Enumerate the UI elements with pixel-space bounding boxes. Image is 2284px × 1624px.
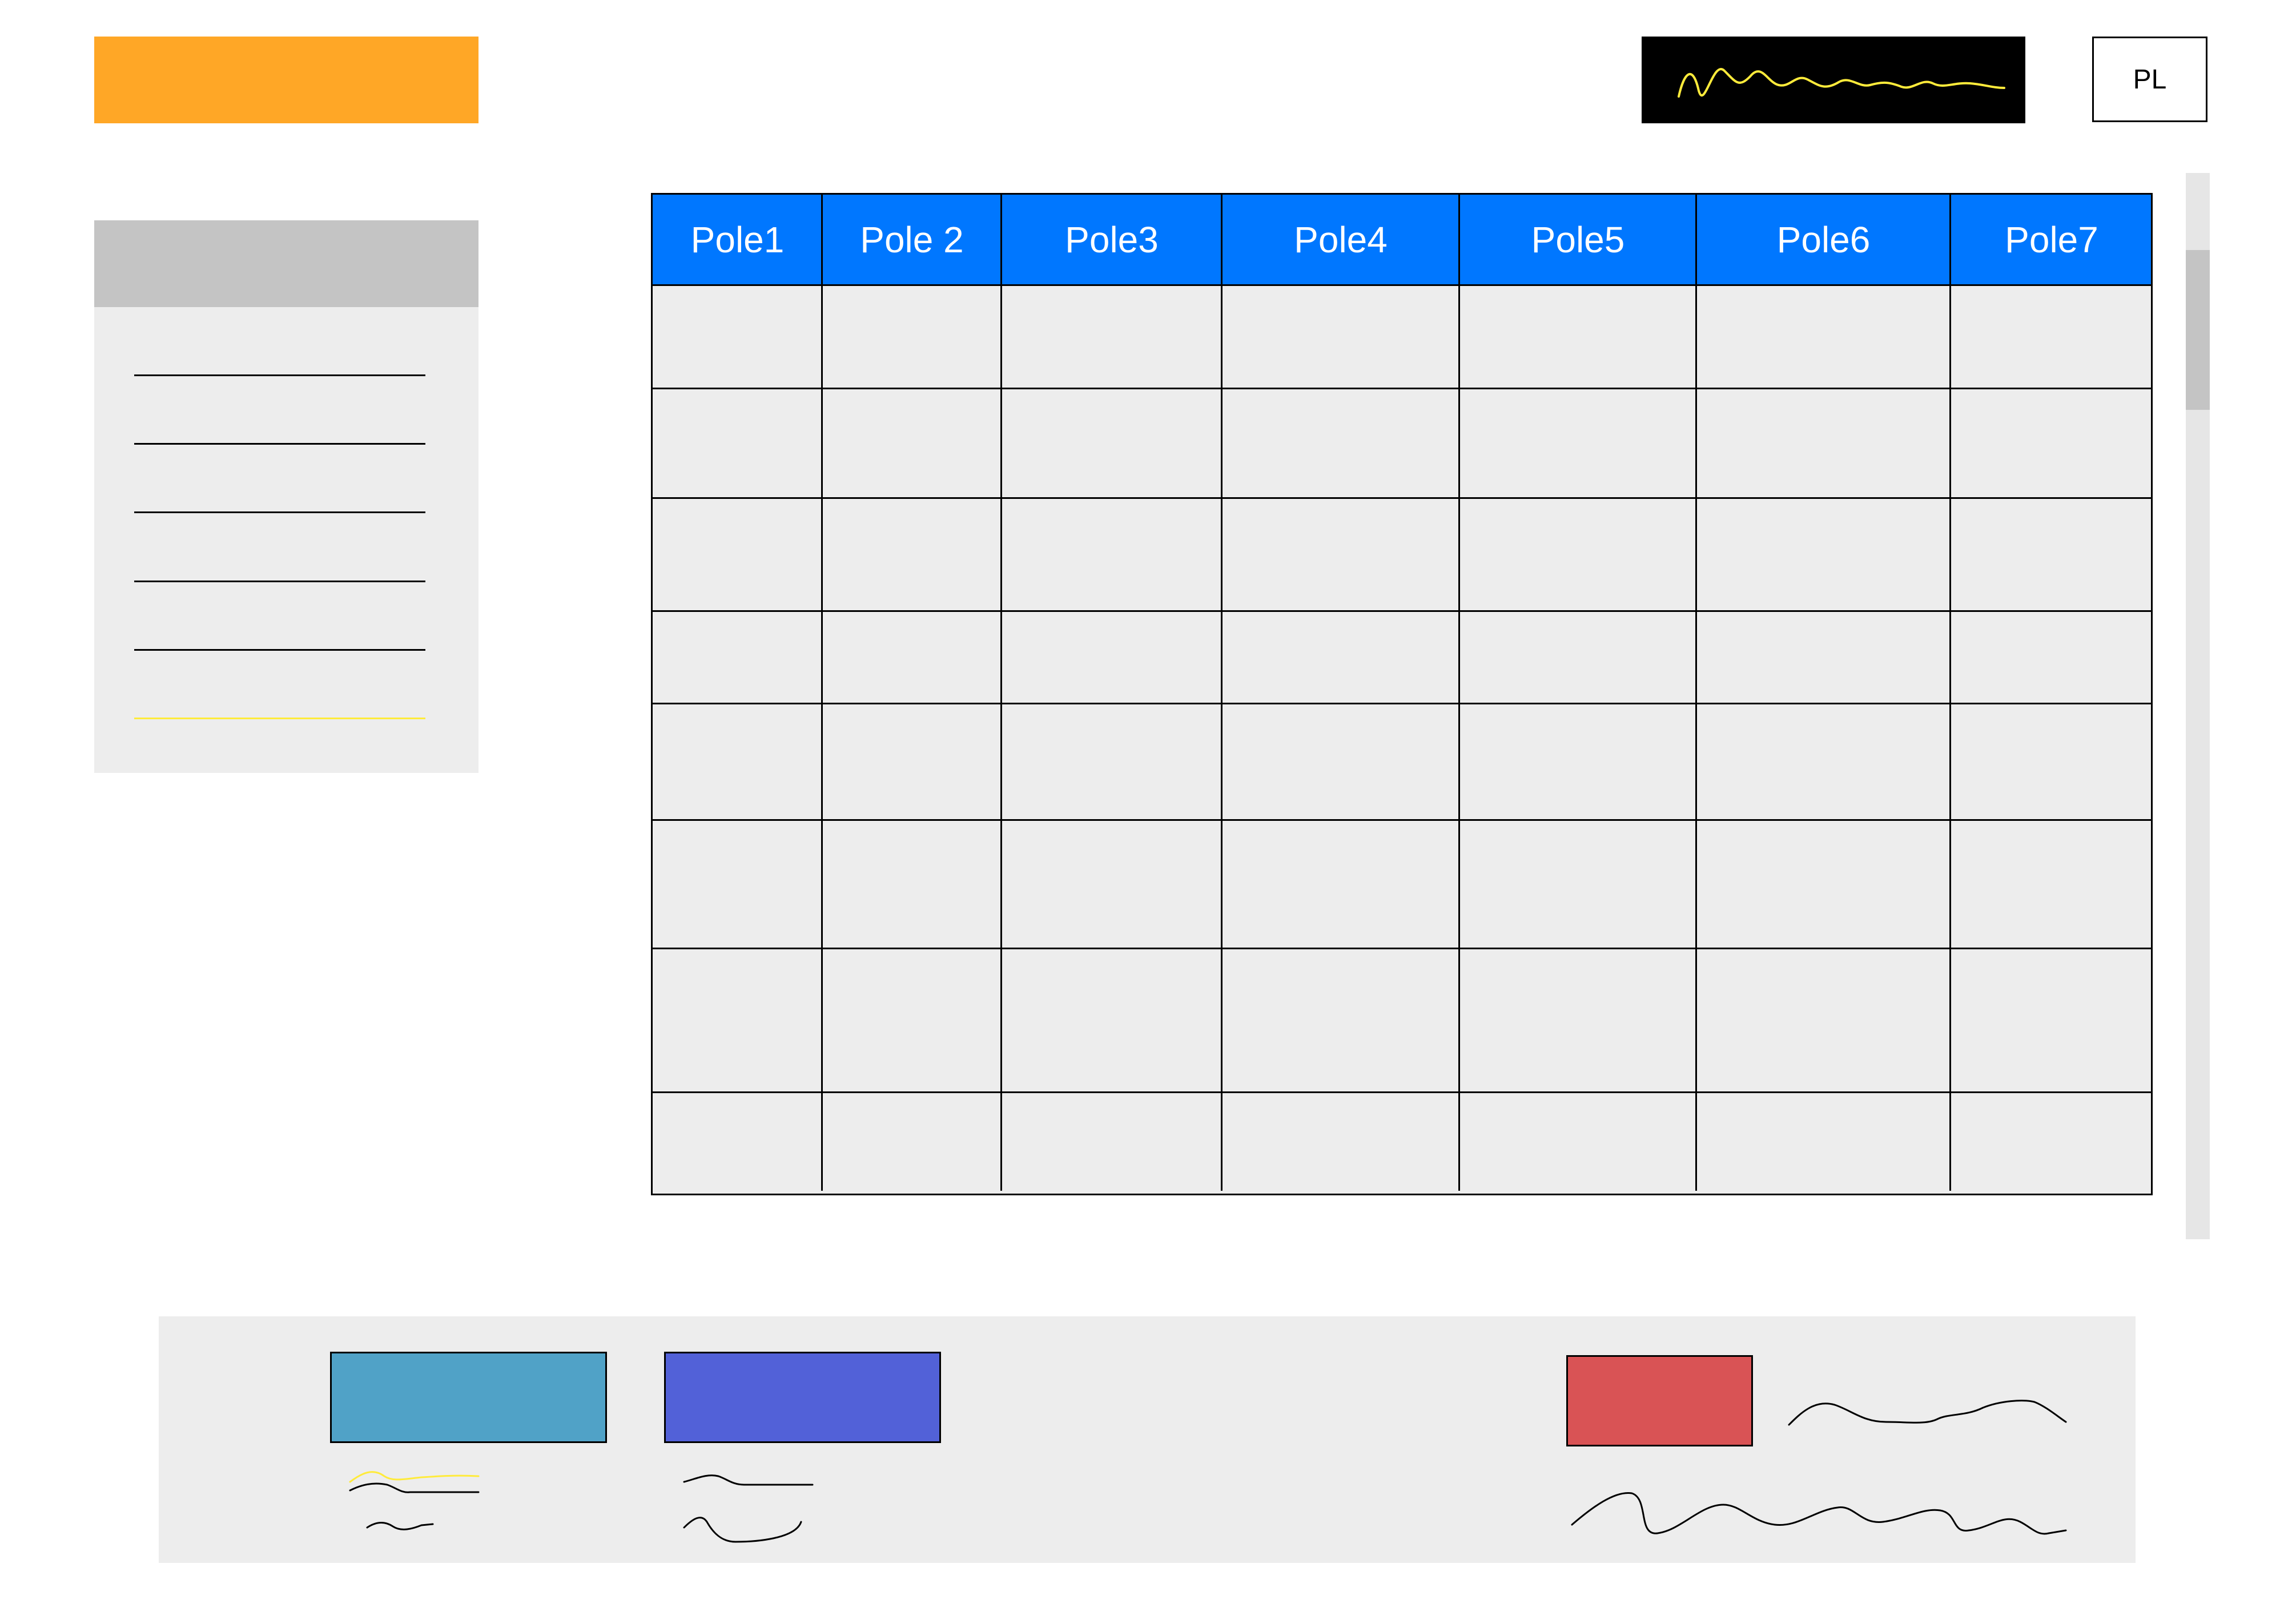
footer-panel bbox=[159, 1316, 2136, 1563]
column-header[interactable]: Pole6 bbox=[1696, 195, 1951, 284]
column-header[interactable]: Pole7 bbox=[1951, 195, 2151, 284]
sidebar-item[interactable] bbox=[134, 511, 425, 513]
table-row[interactable] bbox=[653, 1091, 2151, 1093]
table-row[interactable] bbox=[653, 610, 2151, 612]
column-divider bbox=[1949, 195, 1951, 1191]
column-divider bbox=[821, 195, 823, 1191]
logo-placeholder bbox=[94, 37, 478, 123]
vertical-scrollbar[interactable] bbox=[2186, 173, 2210, 1239]
sidebar bbox=[94, 220, 478, 773]
blue-button-caption-icon bbox=[683, 1474, 814, 1543]
column-divider bbox=[1221, 195, 1223, 1191]
column-divider bbox=[1695, 195, 1697, 1191]
column-divider bbox=[1000, 195, 1002, 1191]
column-divider bbox=[1458, 195, 1460, 1191]
sidebar-item[interactable] bbox=[134, 374, 425, 376]
teal-button-caption-icon bbox=[349, 1471, 480, 1530]
scrollbar-thumb[interactable] bbox=[2186, 250, 2210, 410]
table-row[interactable] bbox=[653, 819, 2151, 821]
column-header[interactable]: Pole1 bbox=[653, 195, 822, 284]
sidebar-item[interactable] bbox=[134, 443, 425, 445]
signature-scribble-icon bbox=[1571, 1492, 2067, 1535]
blue-button[interactable] bbox=[664, 1352, 941, 1443]
column-header[interactable]: Pole5 bbox=[1459, 195, 1696, 284]
column-header[interactable]: Pole 2 bbox=[822, 195, 1002, 284]
table-row[interactable] bbox=[653, 703, 2151, 704]
table-header: Pole1 Pole 2 Pole3 Pole4 Pole5 Pole6 Pol… bbox=[653, 195, 2151, 286]
column-header[interactable]: Pole3 bbox=[1002, 195, 1222, 284]
sidebar-header bbox=[94, 220, 478, 307]
red-button-caption-icon bbox=[1788, 1400, 2067, 1426]
sidebar-item-active[interactable] bbox=[134, 718, 425, 719]
table-row[interactable] bbox=[653, 948, 2151, 949]
sidebar-item[interactable] bbox=[134, 649, 425, 651]
sidebar-item[interactable] bbox=[134, 581, 425, 582]
red-button[interactable] bbox=[1566, 1355, 1753, 1446]
signature-scribble-icon bbox=[1678, 68, 2005, 98]
signature-image bbox=[1642, 37, 2025, 123]
table-row[interactable] bbox=[653, 497, 2151, 499]
teal-button[interactable] bbox=[330, 1352, 607, 1443]
column-header[interactable]: Pole4 bbox=[1222, 195, 1459, 284]
table-row[interactable] bbox=[653, 388, 2151, 389]
data-table: Pole1 Pole 2 Pole3 Pole4 Pole5 Pole6 Pol… bbox=[651, 193, 2153, 1195]
language-button[interactable]: PL bbox=[2092, 37, 2207, 122]
